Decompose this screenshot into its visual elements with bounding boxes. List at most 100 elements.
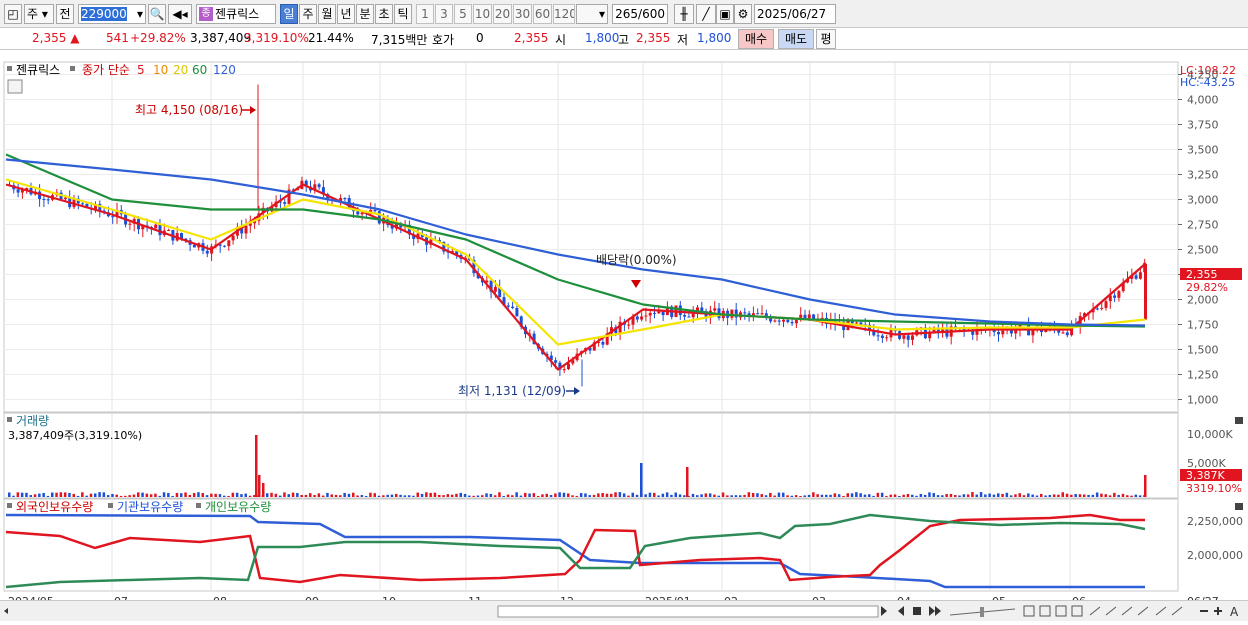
eval-button[interactable]: 평	[816, 29, 836, 49]
minute-10-button[interactable]: 10	[473, 4, 492, 24]
candle-body	[158, 224, 162, 236]
chart-scrollbar[interactable]: A	[0, 600, 1248, 621]
candle-body	[777, 320, 781, 322]
volume-bar	[184, 492, 187, 497]
chevron-down-icon[interactable]: ▾	[137, 5, 145, 23]
period-select[interactable]: 주 ▾	[24, 4, 54, 24]
close-pane-icon[interactable]	[1235, 503, 1243, 510]
volume-bar	[20, 492, 24, 497]
volume-bar	[266, 493, 269, 497]
y-tick-label: 3,000	[1187, 194, 1219, 207]
volume-bar	[446, 494, 450, 497]
volume-bar	[270, 492, 273, 497]
playback-controls[interactable]	[881, 606, 941, 616]
volume-bar	[502, 495, 505, 497]
candle-body	[63, 197, 67, 200]
volume-bar	[1070, 494, 1073, 497]
scroll-left-icon[interactable]	[4, 608, 8, 614]
interval-month-button[interactable]: 월	[318, 4, 336, 24]
volume-bar	[25, 492, 28, 497]
close-pane-icon[interactable]	[1235, 417, 1243, 424]
zoom-handle[interactable]	[980, 607, 984, 617]
candle-body	[1104, 301, 1108, 308]
volume-bar	[300, 495, 303, 497]
interval-year-button[interactable]: 년	[337, 4, 355, 24]
minute-3-button[interactable]: 3	[435, 4, 453, 24]
price-y-axis: 4,250 4,000 3,750 3,500 3,250 3,000 2,750 2,500…	[1178, 69, 1219, 407]
volume-bar	[515, 492, 518, 497]
volume-bar	[708, 493, 712, 497]
volume-bar	[334, 494, 338, 497]
interval-day-button[interactable]: 일	[280, 4, 298, 24]
candle-body	[205, 250, 209, 254]
table-icon[interactable]	[7, 79, 23, 94]
volume-bar	[794, 495, 798, 497]
volume-bar	[622, 493, 626, 497]
y-tick-label: 1,000	[1187, 394, 1219, 407]
zoom-in-icon[interactable]	[1214, 607, 1222, 615]
volume-bar	[885, 495, 888, 497]
volume-bar	[536, 495, 540, 497]
minute-30-button[interactable]: 30	[513, 4, 532, 24]
stock-name-field[interactable]: 종 젠큐릭스	[196, 4, 276, 24]
line-tool-icon[interactable]: ╱	[696, 4, 716, 24]
stock-code-input[interactable]: 229000 ▾	[78, 4, 146, 24]
stock-chart[interactable]: 젠큐릭스 종가 단순 5 10 20 60 120 LC:108.22 HC:-…	[0, 50, 1248, 621]
current-price: 2,355 ▲	[32, 31, 80, 45]
candle-body	[855, 322, 859, 324]
calendar-icon[interactable]: ▦	[822, 23, 835, 24]
volume-bar	[601, 493, 604, 497]
volume-bar	[1057, 494, 1060, 497]
layout-icon[interactable]: ◰	[4, 4, 22, 24]
prev-button[interactable]: 전	[56, 4, 74, 24]
volume-bar	[1009, 495, 1013, 497]
minute-60-button[interactable]: 60	[533, 4, 552, 24]
date-input[interactable]: 2025/06/27 ▦	[754, 4, 836, 24]
custom-interval-select[interactable]: ▾	[576, 4, 608, 24]
volume-bar	[132, 494, 136, 497]
volume-bar	[231, 492, 235, 497]
volume-bar	[29, 495, 32, 497]
minute-120-button[interactable]: 120	[553, 4, 575, 24]
gear-icon[interactable]: ⚙	[734, 4, 752, 24]
volume-bar	[799, 495, 802, 497]
save-icon[interactable]: ▣	[716, 4, 734, 24]
interval-week-button[interactable]: 주	[299, 4, 317, 24]
volume-bar	[863, 494, 867, 497]
font-size-icon[interactable]: A	[1230, 605, 1239, 619]
sell-button[interactable]: 매도	[778, 29, 814, 49]
minute-20-button[interactable]: 20	[493, 4, 512, 24]
y-tick-label: 1,750	[1187, 319, 1219, 332]
last-volume-pct: 3319.10%	[1186, 482, 1242, 495]
search-icon[interactable]: 🔍	[148, 4, 166, 24]
candle-body	[1031, 329, 1035, 336]
volume-bar	[1100, 493, 1103, 497]
tool-icons[interactable]	[1023, 605, 1183, 617]
volume-bar	[829, 494, 832, 497]
volume-bar	[175, 492, 179, 497]
scroll-thumb[interactable]	[497, 605, 879, 618]
candle-body	[601, 341, 605, 345]
candle-body	[786, 319, 790, 323]
minute-5-button[interactable]: 5	[454, 4, 472, 24]
count-input[interactable]: 265/600	[612, 4, 668, 24]
volume-bar	[1040, 493, 1043, 497]
volume-bar	[287, 494, 290, 497]
interval-second-button[interactable]: 초	[375, 4, 393, 24]
volume-bar	[1083, 494, 1086, 497]
interval-tick-button[interactable]: 틱	[394, 4, 412, 24]
volume-bar	[807, 494, 811, 497]
volume-bar	[644, 494, 647, 497]
candle-body	[1113, 295, 1117, 298]
candle-body	[640, 316, 644, 320]
minute-1-button[interactable]: 1	[416, 4, 434, 24]
candle-body	[756, 313, 760, 315]
volume-bar	[511, 495, 514, 497]
volume-bar	[640, 463, 643, 497]
interval-minute-button[interactable]: 분	[356, 4, 374, 24]
volume-bar	[162, 492, 166, 497]
sound-icon[interactable]: ◀◂	[168, 4, 192, 24]
buy-button[interactable]: 매수	[738, 29, 774, 49]
candle-icon[interactable]: ╫	[674, 4, 694, 24]
candle-body	[373, 209, 377, 212]
